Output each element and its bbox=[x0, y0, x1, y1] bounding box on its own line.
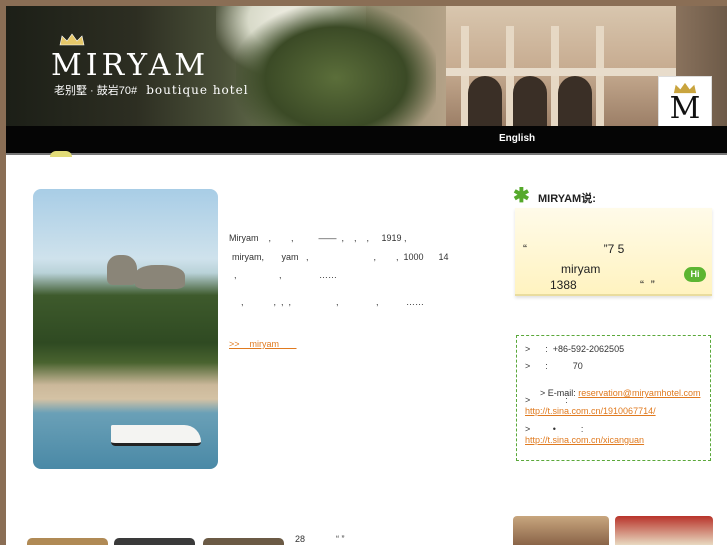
thumbnail[interactable] bbox=[114, 538, 195, 545]
yellow-tab-marker bbox=[50, 151, 72, 157]
thumbnail[interactable] bbox=[27, 538, 108, 545]
top-nav: English bbox=[6, 126, 727, 155]
badge-letter: M bbox=[669, 91, 701, 126]
photo-boat bbox=[111, 425, 201, 446]
hotel-badge[interactable]: M bbox=[658, 76, 712, 126]
thumbnail[interactable] bbox=[203, 538, 284, 545]
contact-address: > : 70 bbox=[525, 361, 583, 371]
intro-line: miryam, yam , , , 1000 14 bbox=[232, 252, 449, 262]
weibo1-label: > : bbox=[525, 395, 568, 405]
hi-bubble-icon: Hi bbox=[684, 267, 706, 282]
banner-arch bbox=[558, 76, 592, 126]
banner-trees bbox=[236, 6, 436, 126]
brand-logo[interactable]: MIRYAM bbox=[51, 48, 209, 83]
banner-arch bbox=[513, 76, 547, 126]
header-banner: MIRYAM 老别墅 · 鼓岩70# boutique hotel M bbox=[6, 6, 727, 126]
quote-line: 1388 “ ” bbox=[550, 278, 655, 292]
intro-line: , , …… bbox=[234, 270, 338, 280]
weibo1-link[interactable]: http://t.sina.com.cn/1910067714/ bbox=[525, 406, 656, 416]
contact-phone: > : +86-592-2062505 bbox=[525, 344, 625, 354]
weibo2-label: > • : bbox=[525, 424, 584, 434]
page: MIRYAM 老别墅 · 鼓岩70# boutique hotel M Engl… bbox=[6, 6, 727, 545]
thumbnail[interactable] bbox=[513, 516, 609, 545]
thumbnail[interactable] bbox=[615, 516, 713, 545]
brand-sub-cn: 老别墅 · 鼓岩70# bbox=[54, 85, 138, 97]
brand-tagline: 老别墅 · 鼓岩70# boutique hotel bbox=[54, 82, 249, 98]
asterisk-icon: ✱ bbox=[513, 185, 530, 207]
bottom-count: 28 bbox=[295, 534, 306, 544]
brand-sub-en: boutique hotel bbox=[146, 83, 249, 97]
says-title: MIRYAM说: bbox=[538, 193, 596, 205]
contact-email-link[interactable]: reservation@miryamhotel.com bbox=[578, 388, 700, 398]
contact-box: > : +86-592-2062505 > : 70 > E-mail: res… bbox=[516, 335, 711, 461]
photo-rock bbox=[135, 265, 185, 289]
bottom-mark: “ ” bbox=[336, 534, 345, 544]
weibo2-link[interactable]: http://t.sina.com.cn/xicanguan bbox=[525, 435, 644, 445]
quote-line: miryam bbox=[561, 262, 601, 276]
quote-box: “ ”7 5 miryam 1388 “ ” bbox=[515, 208, 712, 296]
read-more-link[interactable]: >> miryam bbox=[229, 339, 297, 349]
banner-arch bbox=[468, 76, 502, 126]
banner-railing bbox=[446, 68, 676, 76]
nav-english-link[interactable]: English bbox=[499, 133, 535, 144]
banner-column bbox=[596, 26, 604, 126]
intro-line: Miryam , , —— , , , 1919 , bbox=[229, 233, 407, 243]
quote-line: “ ”7 5 bbox=[523, 242, 625, 256]
photo-rock bbox=[107, 255, 137, 285]
crown-icon bbox=[59, 33, 85, 46]
intro-line: , , , , , , …… bbox=[241, 297, 425, 307]
island-photo bbox=[33, 189, 218, 469]
